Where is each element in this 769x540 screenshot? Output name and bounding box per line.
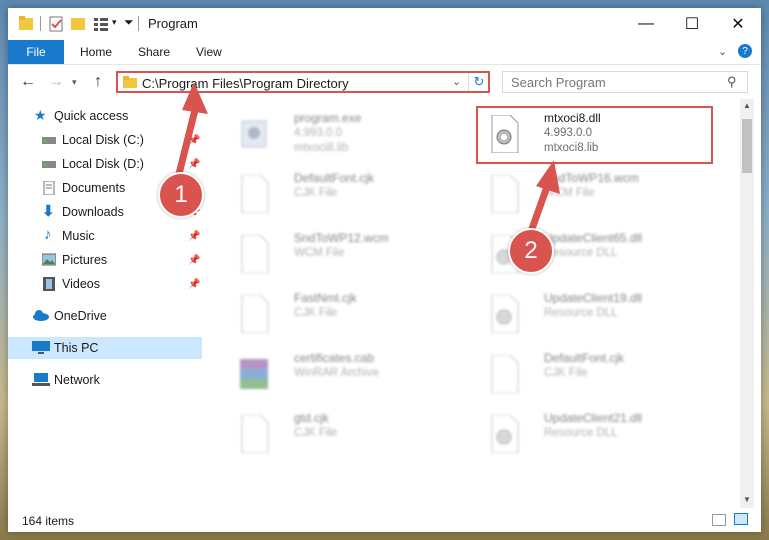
step-badge-1: 1 [158, 172, 204, 218]
explorer-window: ▾ ⏷ Program — ☐ ✕ File Home Share View ⌄… [8, 8, 761, 532]
annotation-arrows [174, 82, 560, 242]
step-badge-2: 2 [508, 228, 554, 274]
